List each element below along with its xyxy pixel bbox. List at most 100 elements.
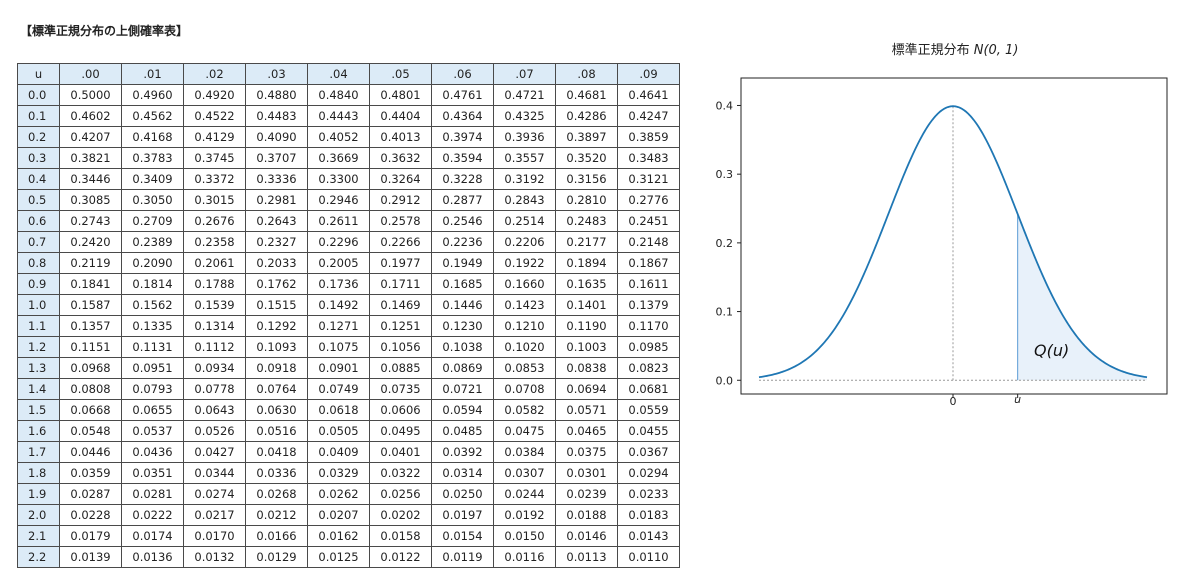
table-cell: 0.1401 <box>555 294 618 316</box>
table-cell: 0.3156 <box>555 168 618 190</box>
table-cell: 0.0188 <box>555 504 618 526</box>
row-u-label: 1.9 <box>17 483 60 505</box>
table-cell: 0.0192 <box>493 504 556 526</box>
table-cell: 0.1131 <box>121 336 184 358</box>
table-cell: 0.1867 <box>617 252 680 274</box>
table-cell: 0.2177 <box>555 231 618 253</box>
table-cell: 0.2676 <box>183 210 246 232</box>
table-row: 1.1 0.1357 0.1335 0.1314 0.1292 0.1271 0.1251 0… <box>17 315 680 337</box>
table-cell: 0.3707 <box>245 147 308 169</box>
table-cell: 0.2206 <box>493 231 556 253</box>
table-cell: 0.0329 <box>307 462 370 484</box>
table-cell: 0.2776 <box>617 189 680 211</box>
table-cell: 0.0132 <box>183 546 246 568</box>
table-cell: 0.3192 <box>493 168 556 190</box>
row-u-label: 1.8 <box>17 462 60 484</box>
table-cell: 0.0618 <box>307 399 370 421</box>
table-row: 1.9 0.0287 0.0281 0.0274 0.0268 0.0262 0.0256 0… <box>17 483 680 505</box>
table-cell: 0.1949 <box>431 252 494 274</box>
table-column-header: .07 <box>493 63 556 85</box>
row-u-label: 1.1 <box>17 315 60 337</box>
table-cell: 0.2420 <box>59 231 122 253</box>
table-cell: 0.0630 <box>245 399 308 421</box>
table-cell: 0.4325 <box>493 105 556 127</box>
table-cell: 0.0256 <box>369 483 432 505</box>
row-u-label: 1.4 <box>17 378 60 400</box>
row-u-label: 0.8 <box>17 252 60 274</box>
table-cell: 0.1685 <box>431 273 494 295</box>
table-cell: 0.0136 <box>121 546 184 568</box>
table-cell: 0.0721 <box>431 378 494 400</box>
table-cell: 0.0174 <box>121 525 184 547</box>
table-cell: 0.0475 <box>493 420 556 442</box>
table-cell: 0.0735 <box>369 378 432 400</box>
table-cell: 0.2119 <box>59 252 122 274</box>
row-u-label: 1.0 <box>17 294 60 316</box>
table-cell: 0.4761 <box>431 84 494 106</box>
table-cell: 0.1736 <box>307 273 370 295</box>
table-cell: 0.1841 <box>59 273 122 295</box>
table-cell: 0.0384 <box>493 441 556 463</box>
table-column-header: .08 <box>555 63 618 85</box>
area-label-q-u: Q(u) <box>1034 341 1069 360</box>
table-cell: 0.0606 <box>369 399 432 421</box>
table-column-header: .01 <box>121 63 184 85</box>
table-cell: 0.1230 <box>431 315 494 337</box>
table-row: 1.7 0.0446 0.0436 0.0427 0.0418 0.0409 0.0401 0… <box>17 441 680 463</box>
table-cell: 0.1922 <box>493 252 556 274</box>
table-cell: 0.3557 <box>493 147 556 169</box>
table-cell: 0.0643 <box>183 399 246 421</box>
table-cell: 0.0367 <box>617 441 680 463</box>
table-cell: 0.1357 <box>59 315 122 337</box>
table-cell: 0.0764 <box>245 378 308 400</box>
table-row: 0.5 0.3085 0.3050 0.3015 0.2981 0.2946 0.2912 0… <box>17 189 680 211</box>
table-cell: 0.2709 <box>121 210 184 232</box>
table-cell: 0.4052 <box>307 126 370 148</box>
table-cell: 0.0793 <box>121 378 184 400</box>
y-tick-label: 0.2 <box>716 237 734 250</box>
chart-title-text: 標準正規分布 <box>892 42 974 58</box>
table-cell: 0.0749 <box>307 378 370 400</box>
x-tick-label: u <box>1014 393 1021 405</box>
row-u-label: 0.2 <box>17 126 60 148</box>
table-cell: 0.4562 <box>121 105 184 127</box>
table-cell: 0.2611 <box>307 210 370 232</box>
table-cell: 0.3594 <box>431 147 494 169</box>
table-row: 0.3 0.3821 0.3783 0.3745 0.3707 0.3669 0.3632 0… <box>17 147 680 169</box>
table-cell: 0.1492 <box>307 294 370 316</box>
table-row: 0.7 0.2420 0.2389 0.2358 0.2327 0.2296 0.2266 0… <box>17 231 680 253</box>
row-u-label: 0.1 <box>17 105 60 127</box>
table-cell: 0.1020 <box>493 336 556 358</box>
table-cell: 0.0571 <box>555 399 618 421</box>
x-tick-label: 0 <box>950 395 957 405</box>
table-cell: 0.1151 <box>59 336 122 358</box>
table-column-header: .03 <box>245 63 308 85</box>
row-u-label: 1.7 <box>17 441 60 463</box>
table-cell: 0.2981 <box>245 189 308 211</box>
table-cell: 0.2090 <box>121 252 184 274</box>
table-cell: 0.0294 <box>617 462 680 484</box>
table-cell: 0.0166 <box>245 525 308 547</box>
table-cell: 0.3821 <box>59 147 122 169</box>
row-u-label: 2.2 <box>17 546 60 568</box>
table-cell: 0.4168 <box>121 126 184 148</box>
table-cell: 0.3372 <box>183 168 246 190</box>
table-cell: 0.0262 <box>307 483 370 505</box>
table-cell: 0.0158 <box>369 525 432 547</box>
table-cell: 0.0110 <box>617 546 680 568</box>
table-cell: 0.1314 <box>183 315 246 337</box>
table-cell: 0.3050 <box>121 189 184 211</box>
table-cell: 0.2327 <box>245 231 308 253</box>
table-cell: 0.3121 <box>617 168 680 190</box>
row-u-label: 0.4 <box>17 168 60 190</box>
chart-title-math: N(0, 1) <box>974 43 1019 58</box>
table-cell: 0.0418 <box>245 441 308 463</box>
table-cell: 0.0129 <box>245 546 308 568</box>
table-cell: 0.0139 <box>59 546 122 568</box>
table-cell: 0.0154 <box>431 525 494 547</box>
table-cell: 0.1587 <box>59 294 122 316</box>
row-u-label: 1.6 <box>17 420 60 442</box>
table-cell: 0.1170 <box>617 315 680 337</box>
table-cell: 0.3336 <box>245 168 308 190</box>
table-cell: 0.0116 <box>493 546 556 568</box>
